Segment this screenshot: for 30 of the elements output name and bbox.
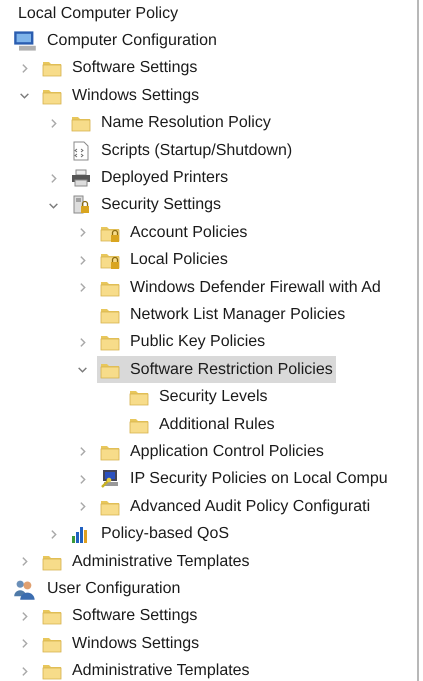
tree-item[interactable]: Application Control Policies bbox=[97, 438, 327, 466]
tree-item[interactable]: Security Settings bbox=[68, 192, 224, 219]
tree-item[interactable]: Deployed Printers bbox=[68, 164, 232, 192]
computer-icon bbox=[13, 29, 37, 54]
tree-item[interactable]: Software Settings bbox=[39, 602, 200, 630]
tree-item[interactable]: User Configuration bbox=[13, 575, 184, 602]
tree-item[interactable]: Policy-based QoS bbox=[68, 520, 232, 548]
tree-item[interactable]: Scripts (Startup/Shutdown) bbox=[68, 137, 296, 164]
tree-item[interactable]: Software Settings bbox=[39, 54, 200, 82]
tree-item[interactable]: Administrative Templates bbox=[39, 658, 253, 681]
tree-item[interactable]: Additional Rules bbox=[126, 411, 278, 438]
computer-key-icon bbox=[100, 469, 120, 490]
tree-item[interactable]: Advanced Audit Policy Configurati bbox=[97, 493, 374, 520]
tree-item[interactable]: Name Resolution Policy bbox=[68, 110, 274, 137]
tree-item[interactable]: Security Levels bbox=[126, 384, 270, 411]
tree-item[interactable]: Network List Manager Policies bbox=[97, 301, 348, 328]
script-file-icon bbox=[71, 140, 91, 161]
tree-item[interactable]: Account Policies bbox=[97, 219, 250, 246]
tree-item[interactable]: IP Security Policies on Local Compu bbox=[97, 466, 391, 493]
tree-item[interactable]: Administrative Templates bbox=[39, 548, 253, 575]
tree-item[interactable]: Windows Settings bbox=[39, 630, 202, 658]
tree-item[interactable]: Windows Defender Firewall with Ad bbox=[97, 274, 384, 302]
tree-item[interactable]: Windows Settings bbox=[39, 82, 202, 110]
tree-item[interactable]: Public Key Policies bbox=[97, 328, 268, 356]
tree-item[interactable]: Computer Configuration bbox=[13, 28, 220, 55]
tree-item[interactable]: Local Policies bbox=[97, 246, 231, 274]
tree-item[interactable]: Software Restriction Policies bbox=[97, 356, 336, 384]
tree-item[interactable]: Local Computer Policy bbox=[15, 0, 182, 28]
printer-icon bbox=[71, 168, 91, 188]
server-lock-icon bbox=[71, 195, 91, 216]
